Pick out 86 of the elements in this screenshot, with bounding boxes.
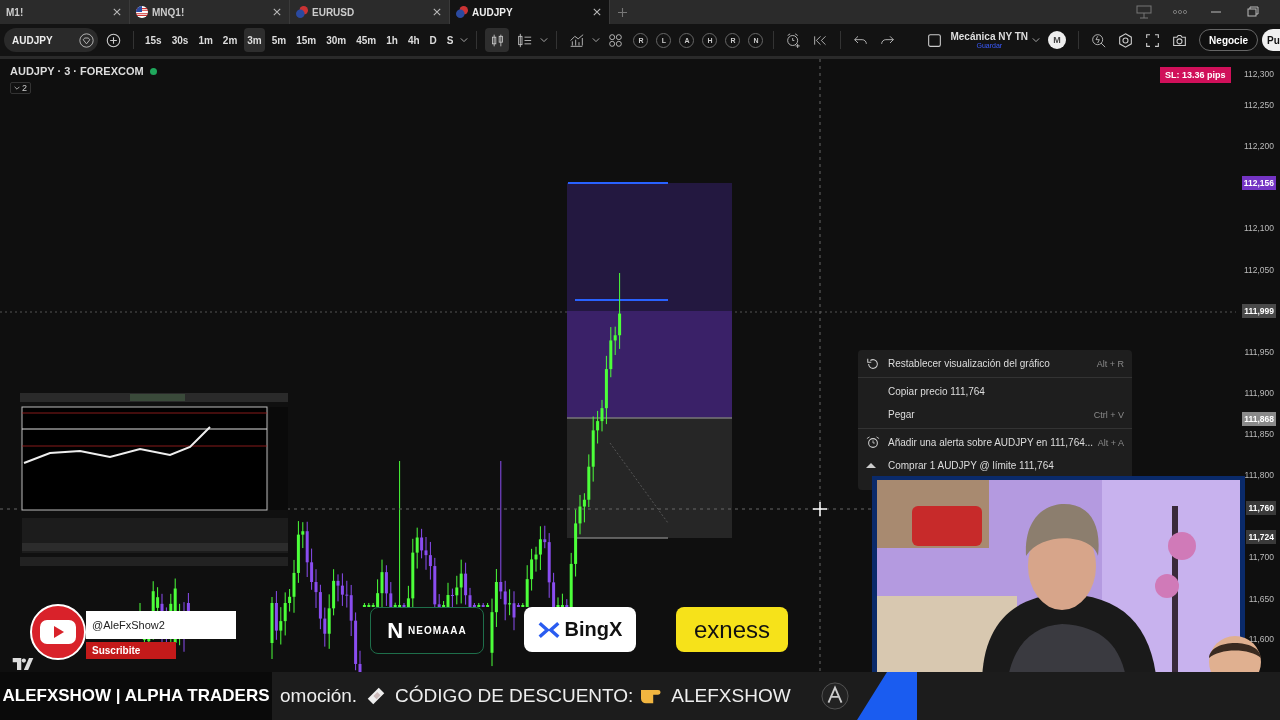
price-label: 11,724 [1246, 530, 1276, 544]
interval-button[interactable]: 15m [293, 28, 320, 52]
account-avatar[interactable]: M [1048, 31, 1067, 49]
flag-icon [136, 6, 148, 18]
logo-icon [12, 658, 34, 670]
add-symbol-icon[interactable] [106, 32, 121, 48]
menu-item[interactable]: Añadir una alerta sobre AUDJPY en 111,764... Alt + A [858, 431, 1132, 454]
interval-button[interactable]: 45m [353, 28, 380, 52]
interval-button[interactable]: D [426, 28, 440, 52]
price-label: 111,999 [1242, 304, 1276, 318]
price-label: 111,950 [1243, 346, 1275, 359]
price-label: 112,100 [1242, 222, 1275, 235]
ticker-text: ALEFXSHOW [671, 685, 791, 707]
interval-button[interactable]: S [443, 28, 457, 52]
menu-item[interactable]: Copiar precio 111,764 [858, 380, 1132, 403]
caret-icon[interactable] [592, 37, 601, 43]
position-tool-drawing[interactable] [566, 182, 733, 539]
ticker-text: omoción. [280, 685, 358, 707]
settings-icon[interactable] [1118, 32, 1134, 48]
menu-item[interactable]: Restablecer visualización del gráfico Alt + R [858, 352, 1132, 375]
menu-item[interactable]: Comprar 1 AUDJPY @ límite 111,764 [858, 454, 1132, 477]
close-icon[interactable] [273, 8, 281, 16]
alarm-icon[interactable] [786, 32, 802, 48]
currency-pair-icon [296, 6, 308, 18]
new-tab-icon[interactable] [618, 7, 627, 17]
interval-button[interactable]: 1m [195, 28, 216, 52]
symbol-search-field[interactable]: AUDJPY [4, 28, 98, 52]
restore-icon[interactable] [1244, 5, 1260, 19]
caret-icon[interactable] [1032, 37, 1041, 43]
interval-button[interactable]: 30s [168, 28, 192, 52]
indicators-icon[interactable] [569, 32, 585, 48]
banner-accent [856, 672, 917, 720]
close-icon[interactable] [593, 8, 601, 16]
menu-item[interactable]: Pegar Ctrl + V [858, 403, 1132, 426]
bar-style-icon[interactable] [517, 32, 533, 48]
price-label: 11,600 [1247, 633, 1275, 646]
reset-icon [866, 356, 880, 371]
caret-icon[interactable] [540, 37, 549, 43]
ticker-text: CÓDIGO DE DESCUENTO: [395, 685, 634, 707]
quick-search-icon[interactable] [1091, 32, 1107, 48]
trade-button[interactable]: Negocie [1199, 29, 1258, 51]
price-label: 112,250 [1242, 99, 1275, 112]
fullscreen-icon[interactable] [1145, 32, 1161, 48]
caret-icon[interactable] [460, 37, 469, 43]
gem-icon[interactable] [79, 32, 94, 48]
publish-button[interactable]: Pu [1262, 29, 1280, 51]
price-label: 11,650 [1247, 593, 1275, 606]
logo-icon [820, 682, 849, 710]
interval-button[interactable]: 1h [383, 28, 401, 52]
price-label: 112,200 [1242, 140, 1275, 153]
price-label: 11,700 [1247, 551, 1275, 564]
price-label: 112,300 [1242, 68, 1275, 81]
currency-pair-icon [456, 6, 468, 18]
interval-button[interactable]: 4h [404, 28, 423, 52]
price-label: 112,156 [1241, 176, 1276, 190]
play-icon[interactable] [30, 604, 86, 660]
price-label: 111,900 [1243, 387, 1275, 400]
order-icon [866, 463, 876, 468]
sponsor-logo: BingX [524, 607, 636, 652]
interval-button[interactable]: 3m [244, 28, 265, 52]
layout-grid-icon[interactable] [608, 32, 624, 48]
interval-button[interactable]: 30m [323, 28, 350, 52]
chart-tab[interactable]: AUDJPY [450, 0, 610, 24]
indicators-toggle[interactable]: 2 [10, 82, 31, 94]
symbol-legend[interactable]: AUDJPY · 3 · FOREXCOM [10, 65, 144, 77]
interval-button[interactable]: 15s [142, 28, 165, 52]
candles-icon[interactable] [485, 28, 510, 52]
price-label: 111,850 [1243, 428, 1275, 441]
interval-button[interactable]: 2m [219, 28, 241, 52]
channel-handle: @AleFxShow2 [86, 611, 236, 639]
alarm-icon [866, 435, 880, 450]
sponsor-logo: N NEOMAAA [370, 607, 484, 654]
close-icon[interactable] [433, 8, 441, 16]
stop-loss-label: SL: 13.36 pips [1160, 67, 1231, 83]
interval-button[interactable]: 5m [268, 28, 290, 52]
price-label: 11,760 [1246, 501, 1276, 515]
checkbox-icon[interactable] [927, 32, 943, 48]
camera-icon[interactable] [1172, 32, 1188, 48]
close-icon[interactable] [113, 8, 121, 16]
chevron-icon [14, 86, 20, 90]
price-label: 111,800 [1243, 469, 1275, 482]
channel-banner: ALEFXSHOW | ALPHA TRADERS [0, 672, 272, 720]
price-label: 111,868 [1242, 412, 1276, 426]
price-label: 112,050 [1242, 264, 1275, 277]
subscribe-label[interactable]: Suscribite [86, 642, 176, 659]
sponsor-logo: exness [676, 607, 788, 652]
